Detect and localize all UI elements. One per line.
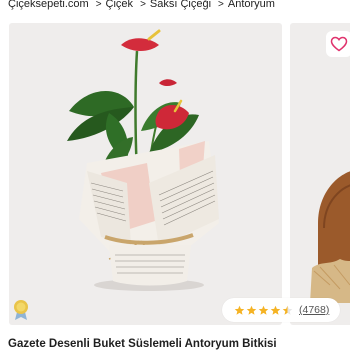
rating-summary[interactable]: (4768) — [222, 298, 340, 322]
heart-outline-icon — [330, 36, 348, 52]
star-icon — [270, 305, 281, 315]
star-icon — [246, 305, 257, 315]
product-image-next[interactable] — [290, 23, 350, 325]
star-half-icon — [282, 305, 293, 315]
star-icon — [258, 305, 269, 315]
product-title: Gazete Desenli Buket Süslemeli Antoryum … — [8, 338, 277, 350]
product-image-main[interactable] — [9, 23, 282, 325]
breadcrumb: Çiçeksepeti.com > Çiçek > Saksı Çiçeği >… — [8, 0, 348, 11]
breadcrumb-item-cicek[interactable]: Çiçek — [106, 0, 134, 10]
product-image-gallery[interactable] — [9, 23, 350, 325]
breadcrumb-separator: > — [140, 0, 146, 10]
award-badge-icon — [12, 299, 30, 321]
breadcrumb-item-saksi-cicegi[interactable]: Saksı Çiçeği — [150, 0, 211, 10]
breadcrumb-item-home[interactable]: Çiçeksepeti.com — [8, 0, 89, 10]
breadcrumb-separator: > — [95, 0, 102, 10]
rating-count-link[interactable]: (4768) — [299, 304, 329, 316]
star-icon — [234, 305, 245, 315]
breadcrumb-separator: > — [218, 0, 224, 10]
product-photo — [67, 29, 219, 291]
favorite-button[interactable] — [326, 31, 350, 57]
breadcrumb-item-antoryum[interactable]: Antoryum — [228, 0, 275, 10]
product-photo-next — [310, 171, 350, 303]
